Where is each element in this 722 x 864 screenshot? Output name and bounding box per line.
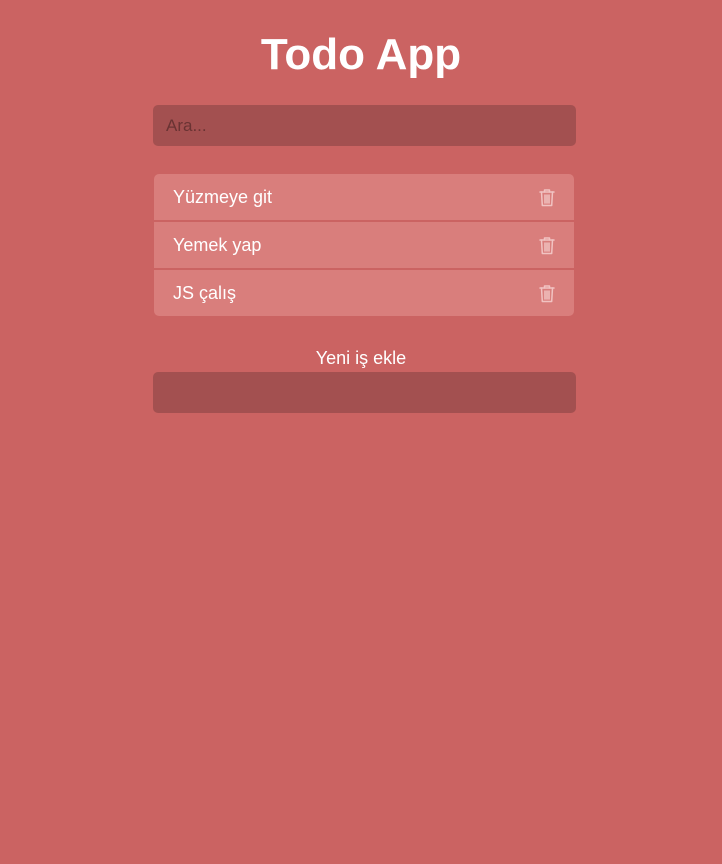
- todo-item-text: Yüzmeye git: [173, 186, 273, 207]
- page-title: Todo App: [260, 30, 462, 79]
- search-input[interactable]: [153, 105, 576, 146]
- trash-icon[interactable]: [538, 283, 556, 303]
- todo-item-text: Yemek yap: [173, 234, 262, 255]
- todo-item: JS çalış: [154, 270, 574, 316]
- trash-icon[interactable]: [538, 235, 556, 255]
- todo-item: Yemek yap: [154, 222, 574, 268]
- trash-icon[interactable]: [538, 187, 556, 207]
- todo-item: Yüzmeye git: [154, 174, 574, 220]
- add-todo-label: Yeni iş ekle: [315, 348, 407, 368]
- todo-item-text: JS çalış: [173, 282, 237, 303]
- todo-list: Yüzmeye git Yemek yap JS çalış: [154, 174, 574, 316]
- add-todo-input[interactable]: [153, 372, 576, 413]
